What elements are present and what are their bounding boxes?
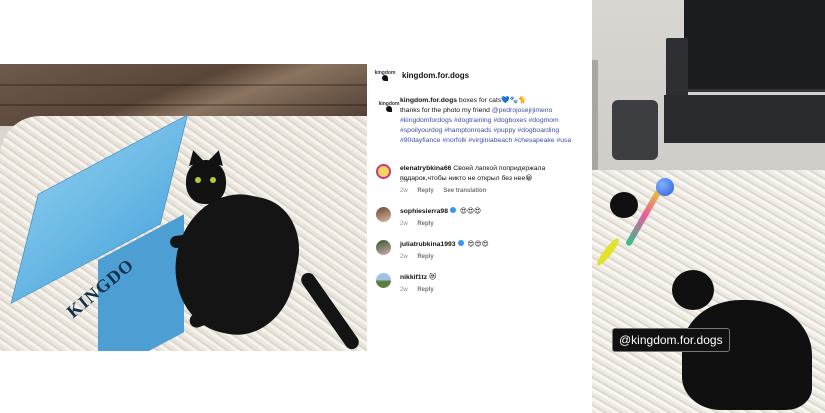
black-cat-head — [185, 148, 227, 204]
comment-item: sophiesierra98 😍😍😍 2w Reply — [370, 207, 592, 237]
post-header: kingdom kingdom.for.dogs — [370, 64, 469, 86]
comment-time: 2w — [400, 221, 408, 227]
black-cat-head — [672, 270, 714, 310]
comment-text-line: juliatrubkina1993 😍😍😍 — [400, 240, 585, 250]
cat-ear — [185, 148, 205, 166]
post-photo[interactable]: KINGDO — [0, 64, 367, 351]
comment-text: 😻 — [429, 274, 437, 281]
comment-meta: 2w Reply See translation — [400, 188, 494, 194]
comment-item: elenatrybkina66 Своей лапкой попридержал… — [370, 164, 592, 198]
litter-box — [612, 100, 658, 160]
tv-stand — [664, 95, 825, 143]
comment-item: nikkif1tz 😻 2w Reply — [370, 273, 592, 303]
comment-username[interactable]: sophiesierra98 — [400, 208, 448, 215]
comment-meta: 2w Reply — [400, 254, 442, 260]
comment-time: 2w — [400, 254, 408, 260]
comment-text: 😍😍😍 — [467, 241, 489, 248]
verified-badge-icon — [449, 207, 456, 214]
comment-text-line: sophiesierra98 😍😍😍 — [400, 207, 585, 217]
story-mention-tag[interactable]: @kingdom.for.dogs — [612, 328, 730, 352]
television — [684, 0, 825, 92]
black-cat-small — [610, 192, 638, 218]
comment-time: 2w — [400, 287, 408, 293]
reply-button[interactable]: Reply — [417, 188, 433, 194]
black-cat-body — [682, 300, 812, 410]
commenter-avatar[interactable] — [376, 240, 391, 255]
comment-time: 2w — [400, 188, 408, 194]
reply-button[interactable]: Reply — [417, 221, 433, 227]
post-username[interactable]: kingdom.for.dogs — [402, 71, 469, 80]
comment-text: 😍😍😍 — [459, 208, 482, 215]
cat-eye — [195, 177, 201, 183]
comment-text-line: elenatrybkina66 Своей лапкой попридержал… — [400, 164, 585, 184]
verified-badge-icon — [457, 240, 464, 247]
floor-seam — [0, 84, 367, 86]
comment-meta: 2w Reply — [400, 221, 442, 227]
comment-username[interactable]: nikkif1tz — [400, 274, 427, 281]
comment-username[interactable]: elenatrybkina66 — [400, 165, 451, 172]
reply-button[interactable]: Reply — [417, 287, 433, 293]
cat-eye — [210, 177, 216, 183]
account-avatar[interactable]: kingdom — [374, 67, 396, 83]
dog-logo-icon — [386, 106, 392, 112]
floor-seam — [0, 104, 367, 106]
caption-username[interactable]: kingdom.for.dogs — [400, 97, 457, 104]
see-translation-button[interactable]: See translation — [443, 188, 486, 194]
caption-mention[interactable]: @pedrojosejrjimeno — [492, 107, 553, 114]
commenter-avatar[interactable] — [376, 164, 391, 179]
comment-text-line: nikkif1tz 😻 — [400, 273, 585, 283]
caption-avatar[interactable]: kingdom — [378, 98, 400, 114]
commenter-avatar[interactable] — [376, 273, 391, 288]
post-panel: kingdom kingdom.for.dogs kingdom kingdom… — [370, 64, 592, 364]
story-photo[interactable]: @kingdom.for.dogs — [592, 0, 825, 413]
caption-hashtags[interactable]: #kingdomfordogs #dogtraining #dogboxes #… — [400, 117, 571, 144]
dog-logo-icon — [382, 75, 388, 81]
commenter-avatar[interactable] — [376, 207, 391, 222]
caption-text: kingdom.for.dogs boxes for cats💙🐾🐈 thank… — [400, 96, 590, 146]
caption-line1: boxes for cats💙🐾🐈 — [458, 97, 527, 104]
comment-meta: 2w Reply — [400, 287, 442, 293]
reply-button[interactable]: Reply — [417, 254, 433, 260]
toy-ball — [656, 178, 674, 196]
speaker — [666, 38, 688, 100]
caption-line2: thanks for the photo my friend — [400, 107, 490, 114]
comment-item: juliatrubkina1993 😍😍😍 2w Reply — [370, 240, 592, 270]
comment-username[interactable]: juliatrubkina1993 — [400, 241, 456, 248]
